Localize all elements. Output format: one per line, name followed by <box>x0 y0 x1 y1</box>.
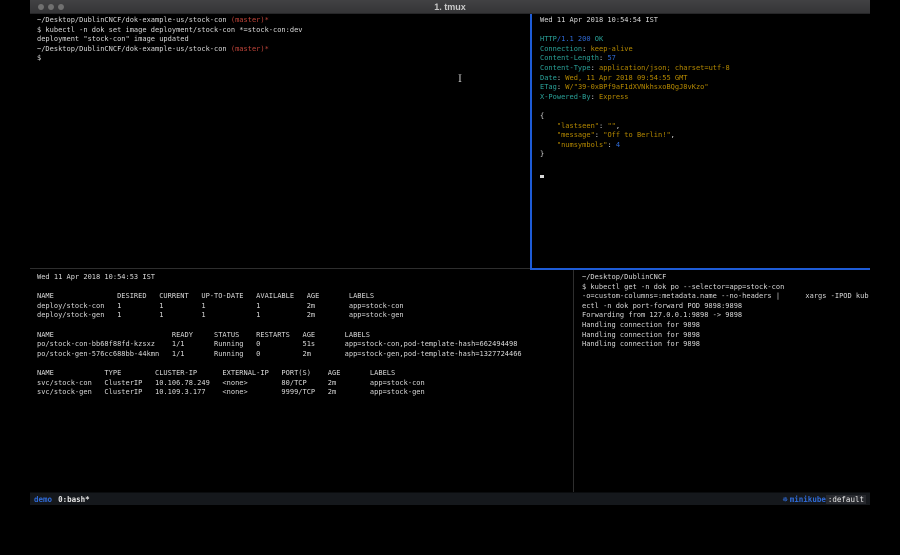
terminal-line: po/stock-con-bb68f88fd-kzsxz 1/1 Running… <box>37 340 572 350</box>
pane-http-response-top-right[interactable]: Wed 11 Apr 2018 10:54:54 IST HTTP/1.1 200… <box>533 14 870 267</box>
terminal-line: Handling connection for 9898 <box>582 331 870 341</box>
minimize-button[interactable] <box>48 4 54 10</box>
kubernetes-helm-icon: ☸ <box>783 495 788 504</box>
terminal-line: NAME DESIRED CURRENT UP-TO-DATE AVAILABL… <box>37 292 572 302</box>
pane-divider-vertical-top[interactable] <box>530 14 532 270</box>
terminal-line: "lastseen": "", <box>540 122 870 132</box>
terminal-line: po/stock-gen-576cc688bb-44kmn 1/1 Runnin… <box>37 350 572 360</box>
terminal-line: Content-Length: 57 <box>540 54 870 64</box>
pane-kubectl-watch-bottom-left[interactable]: Wed 11 Apr 2018 10:54:53 IST NAME DESIRED… <box>30 271 572 492</box>
terminal-line: X-Powered-By: Express <box>540 93 870 103</box>
terminal-line: Wed 11 Apr 2018 10:54:54 IST <box>540 16 870 26</box>
pane-port-forward-bottom-right[interactable]: ~/Desktop/DublinCNCF$ kubectl get -n dok… <box>575 271 870 492</box>
terminal-line <box>37 359 572 369</box>
terminal-window: 1. tmux ~/Desktop/DublinCNCF/dok-example… <box>30 0 870 511</box>
terminal-line: ~/Desktop/DublinCNCF/dok-example-us/stoc… <box>37 45 530 55</box>
terminal-line <box>37 321 572 331</box>
terminal-line <box>540 102 870 112</box>
traffic-lights <box>38 4 64 10</box>
terminal-line <box>540 170 870 180</box>
terminal-line: Forwarding from 127.0.0.1:9898 -> 9898 <box>582 311 870 321</box>
terminal-line: Date: Wed, 11 Apr 2018 09:54:55 GMT <box>540 74 870 84</box>
tmux-panes-area: ~/Desktop/DublinCNCF/dok-example-us/stoc… <box>30 14 870 492</box>
terminal-line: Wed 11 Apr 2018 10:54:53 IST <box>37 273 572 283</box>
terminal-line: $ <box>37 54 530 64</box>
terminal-line: deploy/stock-con 1 1 1 1 2m app=stock-co… <box>37 302 572 312</box>
kube-namespace: :default <box>826 495 866 504</box>
terminal-line: ~/Desktop/DublinCNCF <box>582 273 870 283</box>
close-button[interactable] <box>38 4 44 10</box>
terminal-line: $ kubectl -n dok set image deployment/st… <box>37 26 530 36</box>
terminal-line <box>540 26 870 36</box>
pane-shell-top-left[interactable]: ~/Desktop/DublinCNCF/dok-example-us/stoc… <box>30 14 530 267</box>
terminal-line: svc/stock-gen ClusterIP 10.109.3.177 <no… <box>37 388 572 398</box>
window-title: 1. tmux <box>30 2 870 12</box>
terminal-line: NAME TYPE CLUSTER-IP EXTERNAL-IP PORT(S)… <box>37 369 572 379</box>
session-name: demo <box>34 495 52 504</box>
terminal-line: ETag: W/"39-0xBPf9aF1dXVNkhsxoBQgJ8vKzo" <box>540 83 870 93</box>
terminal-line: deployment "stock-con" image updated <box>37 35 530 45</box>
terminal-line: ~/Desktop/DublinCNCF/dok-example-us/stoc… <box>37 16 530 26</box>
pane-divider-horizontal-left[interactable] <box>30 268 530 269</box>
terminal-line: NAME READY STATUS RESTARTS AGE LABELS <box>37 331 572 341</box>
terminal-line: deploy/stock-gen 1 1 1 1 2m app=stock-ge… <box>37 311 572 321</box>
ibeam-mouse-cursor-icon: I <box>458 74 466 86</box>
tmux-status-bar: demo 0:bash* ☸ minikube :default <box>30 492 870 505</box>
terminal-line: Handling connection for 9898 <box>582 340 870 350</box>
terminal-line: "numsymbols": 4 <box>540 141 870 151</box>
terminal-line: Content-Type: application/json; charset=… <box>540 64 870 74</box>
terminal-line <box>37 283 572 293</box>
terminal-line: ectl -n dok port-forward POD 9898:9898 <box>582 302 870 312</box>
terminal-line: Connection: keep-alive <box>540 45 870 55</box>
terminal-line: $ kubectl get -n dok po --selector=app=s… <box>582 283 870 293</box>
window-tab-bash[interactable]: 0:bash* <box>58 495 90 504</box>
terminal-line: -o=custom-columns=:metadata.name --no-he… <box>582 292 870 302</box>
pane-divider-horizontal-right[interactable] <box>530 268 870 270</box>
kube-context: minikube <box>790 495 826 504</box>
terminal-line: HTTP/1.1 200 OK <box>540 35 870 45</box>
window-footer <box>30 505 870 511</box>
titlebar[interactable]: 1. tmux <box>30 0 870 14</box>
terminal-line <box>540 160 870 170</box>
terminal-line: svc/stock-con ClusterIP 10.106.78.249 <n… <box>37 379 572 389</box>
pane-divider-vertical-bottom[interactable] <box>573 270 574 492</box>
terminal-line: Handling connection for 9898 <box>582 321 870 331</box>
zoom-button[interactable] <box>58 4 64 10</box>
terminal-line: "message": "Off to Berlin!", <box>540 131 870 141</box>
terminal-line: { <box>540 112 870 122</box>
terminal-line: } <box>540 150 870 160</box>
